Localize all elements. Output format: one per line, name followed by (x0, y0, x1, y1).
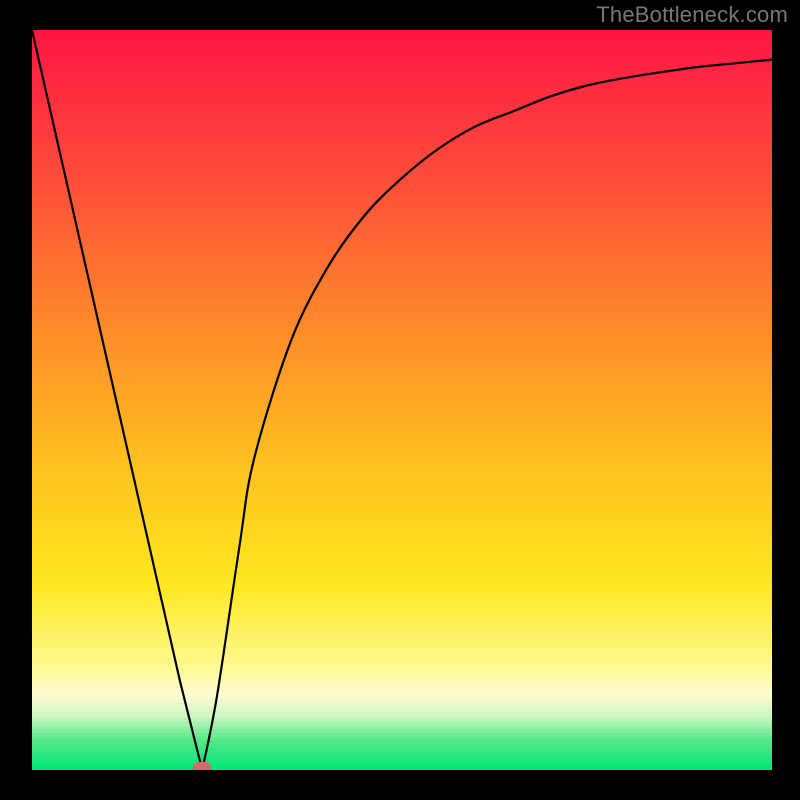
bottleneck-curve (32, 30, 772, 770)
chart-frame: TheBottleneck.com (0, 0, 800, 800)
curve-path (32, 30, 772, 770)
plot-area (32, 30, 772, 770)
optimum-marker (193, 762, 211, 770)
attribution-text: TheBottleneck.com (596, 2, 788, 28)
